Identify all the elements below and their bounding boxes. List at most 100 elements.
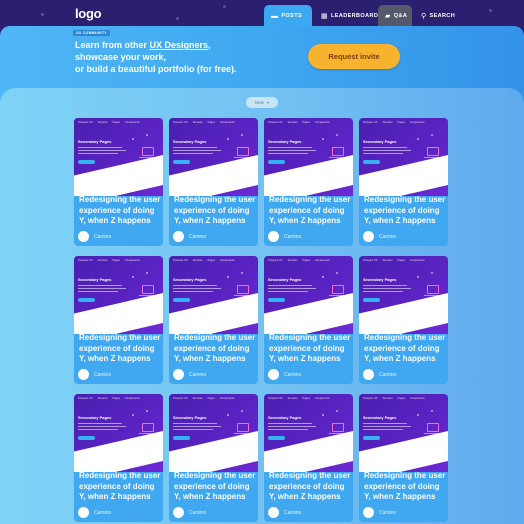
post-author[interactable]: Camino (173, 369, 206, 380)
post-title[interactable]: Redesigning the user experience of doing… (174, 195, 256, 227)
post-thumbnail: Prospect UX Services Pages Components Second… (74, 256, 163, 334)
thumbnail-nav-item: Components (219, 397, 235, 400)
thumbnail-brand: Prospect UX (363, 259, 378, 262)
thumbnail-nav-item: Components (314, 397, 330, 400)
post-card[interactable]: Prospect UX Services Pages Components Second… (359, 256, 448, 384)
thumbnail-button (363, 160, 380, 164)
thumbnail-text-line (173, 153, 213, 154)
laptop-icon (237, 285, 249, 294)
thumbnail-nav: Prospect UX Services Pages Components (363, 259, 430, 262)
sort-filter-dropdown[interactable]: New ▾ (246, 97, 278, 108)
thumbnail-nav: Prospect UX Services Pages Components (268, 259, 335, 262)
thumbnail-title: Secondary Pages (173, 415, 207, 420)
thumbnail-nav-item: Components (219, 259, 235, 262)
search-icon: ⚲ (421, 13, 427, 20)
decor-dot (223, 5, 226, 8)
thumbnail-nav: Prospect UX Services Pages Components (78, 397, 145, 400)
thumbnail-button (173, 436, 190, 440)
post-card[interactable]: Prospect UX Services Pages Components Second… (74, 394, 163, 522)
avatar (173, 231, 184, 242)
thumbnail-nav-item: Services (192, 259, 203, 262)
post-author[interactable]: Camino (78, 507, 111, 518)
logo[interactable]: logo (75, 6, 102, 21)
post-title[interactable]: Redesigning the user experience of doing… (364, 333, 446, 365)
post-author[interactable]: Camino (363, 231, 396, 242)
post-title[interactable]: Redesigning the user experience of doing… (269, 333, 351, 365)
thumbnail-button (268, 436, 285, 440)
post-thumbnail: Prospect UX Services Pages Components Second… (169, 256, 258, 334)
post-author[interactable]: Camino (268, 231, 301, 242)
nav-leaderboard[interactable]: ▦ LEADERBOARD (314, 5, 378, 27)
avatar (173, 507, 184, 518)
thumbnail-nav-item: Pages (207, 397, 215, 400)
thumbnail-nav-item: Components (409, 121, 425, 124)
post-author[interactable]: Camino (268, 507, 301, 518)
post-title[interactable]: Redesigning the user experience of doing… (269, 471, 351, 503)
post-author[interactable]: Camino (78, 369, 111, 380)
laptop-icon (142, 147, 154, 156)
nav-search[interactable]: ⚲ SEARCH (414, 5, 460, 27)
nav-qa[interactable]: ▰ Q&A (378, 5, 412, 27)
sparkle-icon (336, 410, 338, 412)
nav-posts-label: POSTS (281, 13, 303, 19)
avatar (363, 507, 374, 518)
post-thumbnail: Prospect UX Services Pages Components Second… (169, 394, 258, 472)
thumbnail-text-line (268, 429, 308, 430)
hero-highlight-link[interactable]: UX Designers (150, 40, 209, 50)
post-title[interactable]: Redesigning the user experience of doing… (79, 195, 161, 227)
post-card[interactable]: Prospect UX Services Pages Components Second… (169, 118, 258, 246)
thumbnail-title: Secondary Pages (363, 139, 397, 144)
author-name: Camino (284, 233, 302, 240)
laptop-icon (237, 147, 249, 156)
post-title[interactable]: Redesigning the user experience of doing… (174, 333, 256, 365)
post-card[interactable]: Prospect UX Services Pages Components Second… (169, 256, 258, 384)
post-card[interactable]: Prospect UX Services Pages Components Second… (74, 118, 163, 246)
thumbnail-text-line (78, 423, 122, 424)
thumbnail-nav: Prospect UX Services Pages Components (173, 259, 240, 262)
thumbnail-nav-item: Pages (302, 397, 310, 400)
avatar (268, 507, 279, 518)
post-card[interactable]: Prospect UX Services Pages Components Second… (264, 118, 353, 246)
thumbnail-text-line (173, 426, 221, 427)
avatar (78, 507, 89, 518)
post-card[interactable]: Prospect UX Services Pages Components Second… (359, 394, 448, 522)
sparkle-icon (241, 134, 243, 136)
thumbnail-nav: Prospect UX Services Pages Components (363, 121, 430, 124)
thumbnail-nav-item: Components (409, 397, 425, 400)
nav-posts[interactable]: ▬ POSTS (264, 5, 312, 27)
thumbnail-text-line (173, 147, 217, 148)
author-name: Camino (284, 371, 302, 378)
request-invite-button[interactable]: Request invite (308, 44, 400, 69)
thumbnail-text-line (78, 153, 118, 154)
thumbnail-title: Secondary Pages (78, 415, 112, 420)
posts-area: New ▾ Prospect UX Services Pages Components… (0, 88, 524, 524)
post-thumbnail: Prospect UX Services Pages Components Second… (74, 394, 163, 472)
thumbnail-text-line (78, 429, 118, 430)
post-title[interactable]: Redesigning the user experience of doing… (364, 471, 446, 503)
post-author[interactable]: Camino (78, 231, 111, 242)
thumbnail-button (268, 160, 285, 164)
post-title[interactable]: Redesigning the user experience of doing… (79, 471, 161, 503)
thumbnail-brand: Prospect UX (363, 121, 378, 124)
sparkle-icon (322, 276, 324, 278)
thumbnail-title: Secondary Pages (173, 139, 207, 144)
sparkle-icon (241, 272, 243, 274)
post-card[interactable]: Prospect UX Services Pages Components Second… (169, 394, 258, 522)
post-card[interactable]: Prospect UX Services Pages Components Second… (264, 394, 353, 522)
post-title[interactable]: Redesigning the user experience of doing… (269, 195, 351, 227)
post-author[interactable]: Camino (363, 507, 396, 518)
post-title[interactable]: Redesigning the user experience of doing… (79, 333, 161, 365)
post-title[interactable]: Redesigning the user experience of doing… (174, 471, 256, 503)
thumbnail-text-line (78, 426, 126, 427)
post-author[interactable]: Camino (268, 369, 301, 380)
post-card[interactable]: Prospect UX Services Pages Components Second… (74, 256, 163, 384)
post-author[interactable]: Camino (173, 507, 206, 518)
post-card[interactable]: Prospect UX Services Pages Components Second… (264, 256, 353, 384)
post-title[interactable]: Redesigning the user experience of doing… (364, 195, 446, 227)
thumbnail-text-line (173, 288, 221, 289)
thumbnail-button (78, 436, 95, 440)
author-name: Camino (94, 371, 112, 378)
post-author[interactable]: Camino (173, 231, 206, 242)
post-author[interactable]: Camino (363, 369, 396, 380)
post-card[interactable]: Prospect UX Services Pages Components Second… (359, 118, 448, 246)
